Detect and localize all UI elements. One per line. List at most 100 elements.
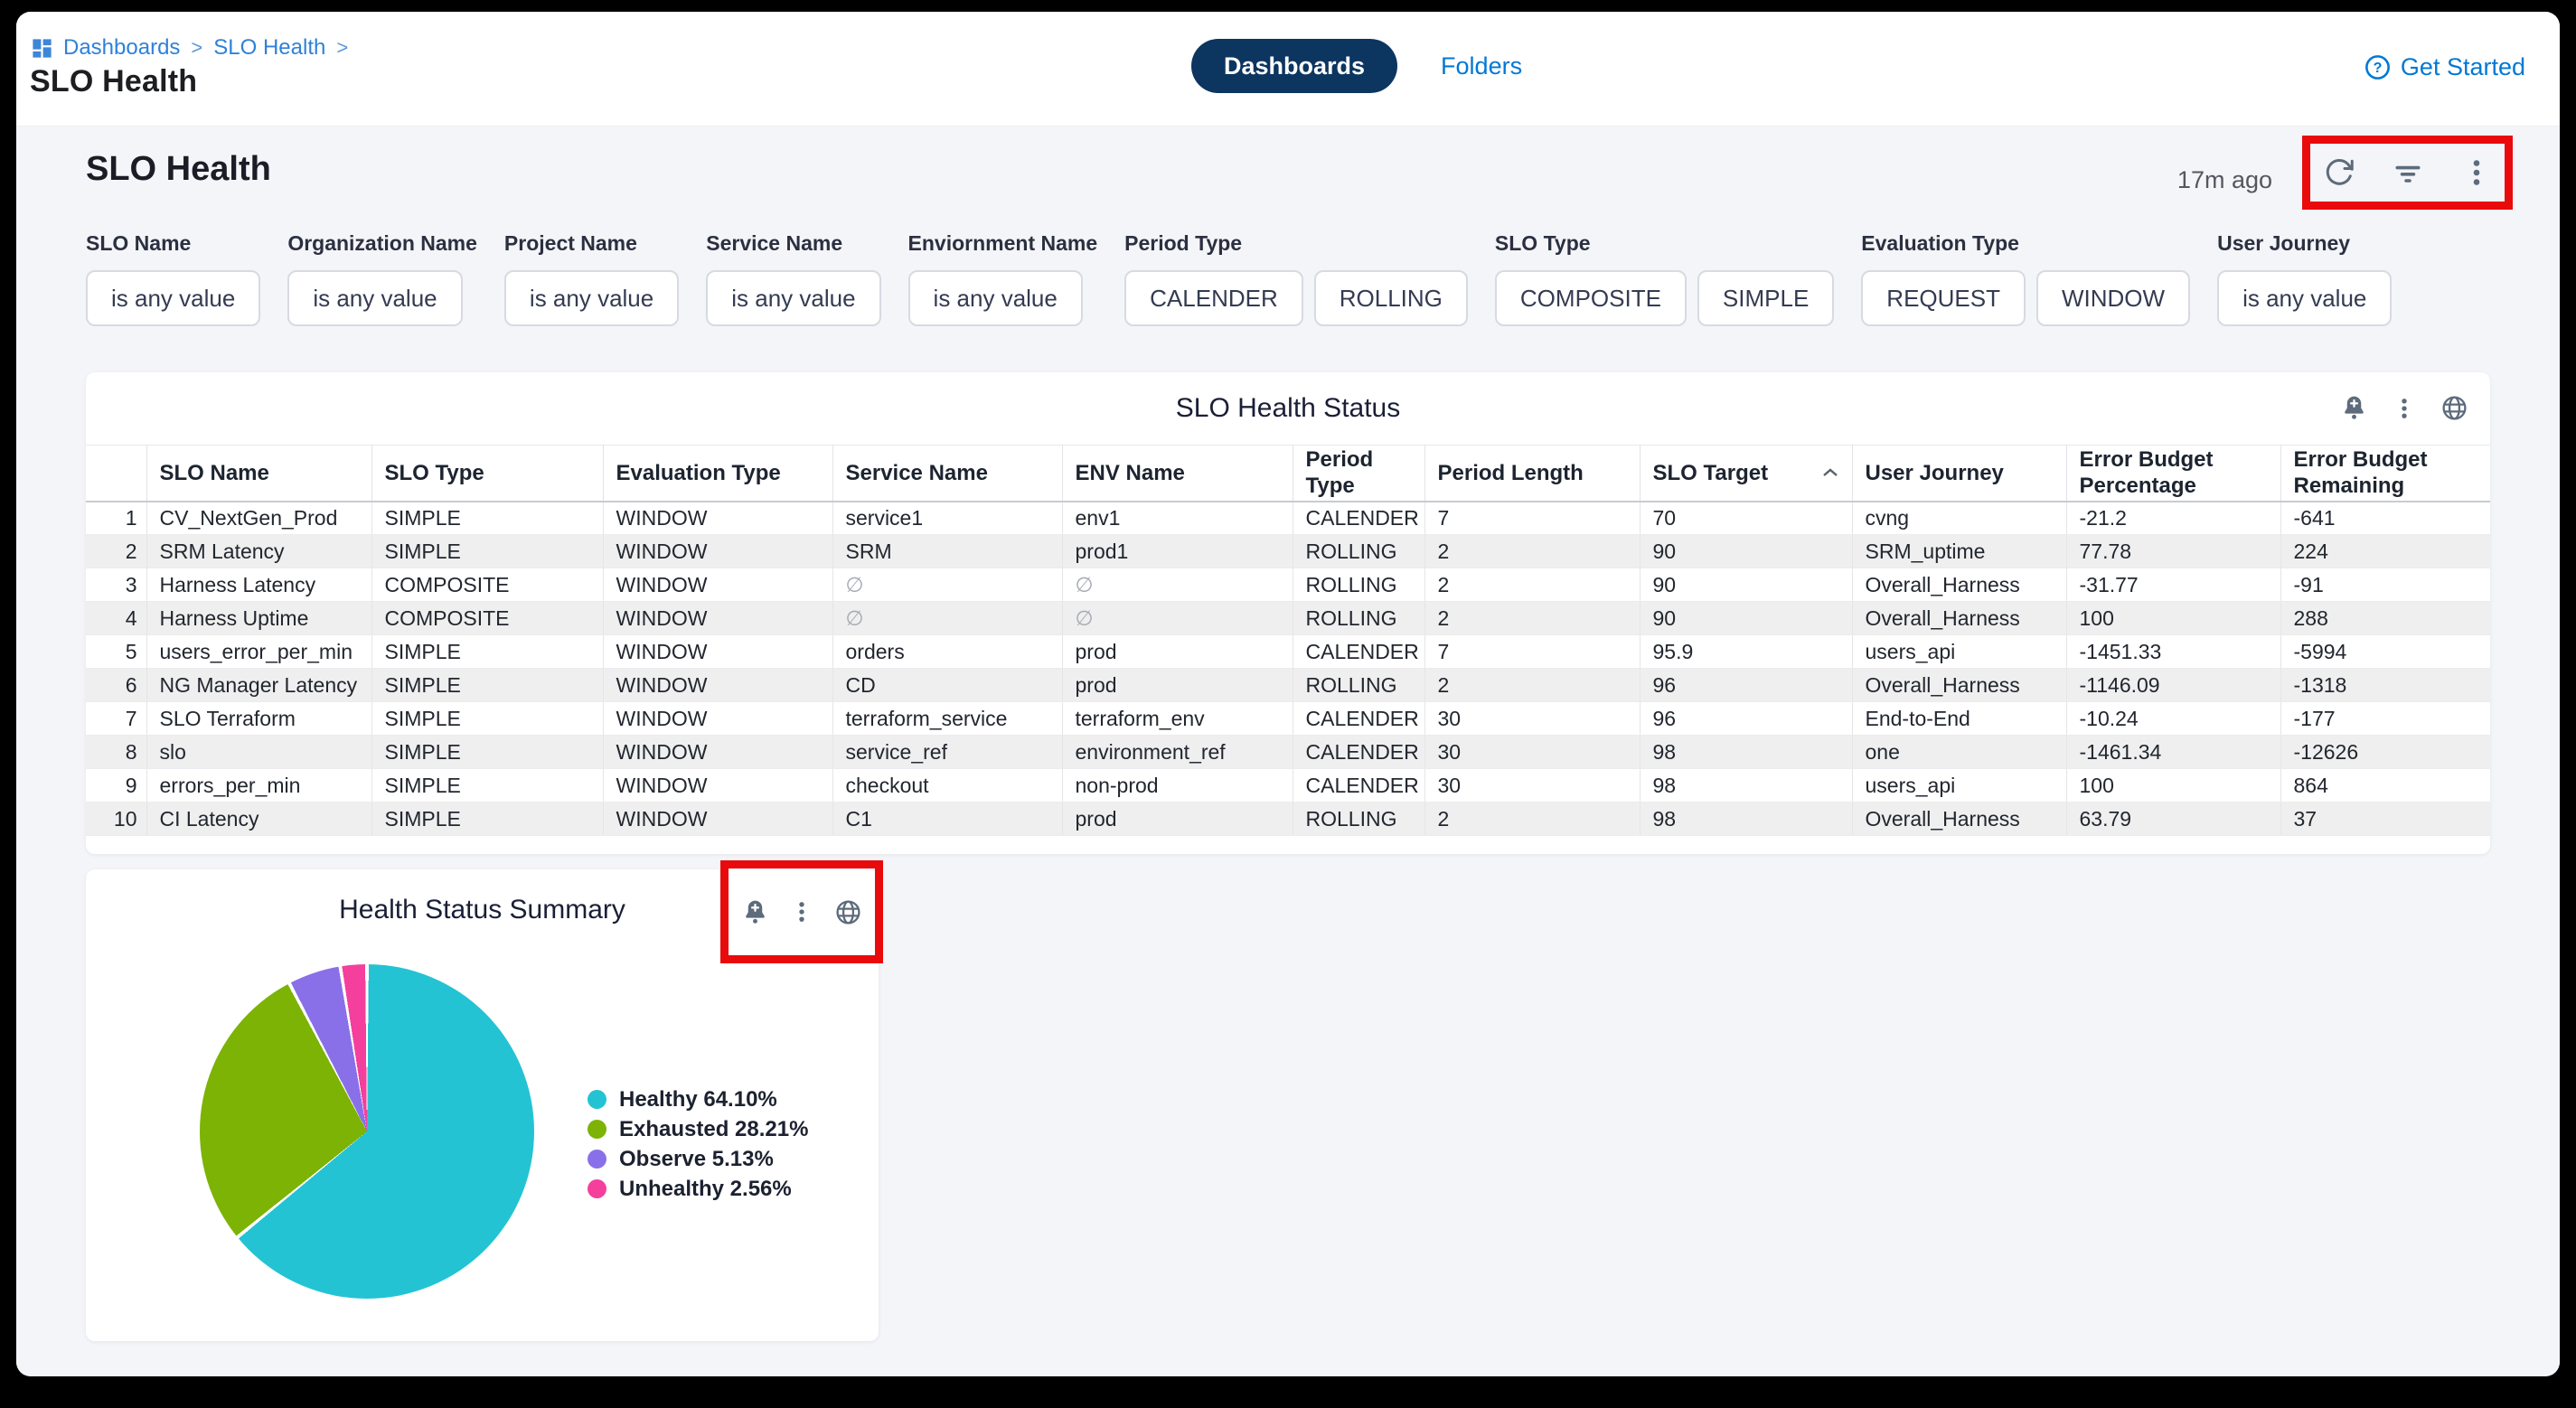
cell-env-name: env1 <box>1062 502 1293 535</box>
cell-slo-type: SIMPLE <box>371 502 603 535</box>
cell-env-name: ∅ <box>1062 602 1293 635</box>
cell-slo-name: NG Manager Latency <box>146 669 371 702</box>
cell-slo-type: SIMPLE <box>371 635 603 669</box>
cell-slo-name: users_error_per_min <box>146 635 371 669</box>
filter-chip-is-any-value[interactable]: is any value <box>706 270 880 326</box>
legend-dot <box>588 1150 606 1169</box>
column-header-slo-target[interactable]: SLO Target <box>1640 446 1852 502</box>
refresh-button[interactable] <box>2323 156 2355 189</box>
cell-period-type: CALENDER <box>1293 736 1424 769</box>
last-refresh-label: 17m ago <box>2177 166 2272 194</box>
cell-slo-type: SIMPLE <box>371 736 603 769</box>
table-row: 4Harness UptimeCOMPOSITEWINDOW∅∅ROLLING2… <box>86 602 2490 635</box>
cell-eb-percentage: -31.77 <box>2066 568 2280 602</box>
cell-period-length: 30 <box>1424 702 1640 736</box>
column-header-slo-name[interactable]: SLO Name <box>146 446 371 502</box>
breadcrumb-slo-health-link[interactable]: SLO Health <box>213 35 325 61</box>
cell-user-journey: Overall_Harness <box>1852 602 2066 635</box>
explore-globe-button[interactable] <box>2440 394 2468 422</box>
cell-evaluation-type: WINDOW <box>603 635 832 669</box>
filter-label: Service Name <box>706 231 880 256</box>
cell-user-journey: users_api <box>1852 769 2066 803</box>
table-card-icons <box>2340 394 2468 422</box>
row-number: 3 <box>86 568 146 602</box>
cell-env-name: terraform_env <box>1062 702 1293 736</box>
column-header-user-journey[interactable]: User Journey <box>1852 446 2066 502</box>
column-header-slo-type[interactable]: SLO Type <box>371 446 603 502</box>
filter-organization-name: Organization Nameis any value <box>287 231 477 326</box>
legend-item-healthy[interactable]: Healthy 64.10% <box>588 1086 808 1112</box>
filter-label: User Journey <box>2217 231 2392 256</box>
filter-label: Period Type <box>1124 231 1468 256</box>
column-header-env-name[interactable]: ENV Name <box>1062 446 1293 502</box>
pie-legend: Healthy 64.10% Exhausted 28.21% Observe 5.… <box>588 1086 808 1202</box>
dashboard-actions-button[interactable] <box>2460 156 2493 189</box>
svg-text:?: ? <box>2373 60 2382 76</box>
filter-chip-calender[interactable]: CALENDER <box>1124 270 1303 326</box>
cell-slo-target: 95.9 <box>1640 635 1852 669</box>
legend-dot <box>588 1179 606 1198</box>
filter-chip-is-any-value[interactable]: is any value <box>86 270 260 326</box>
tab-folders[interactable]: Folders <box>1441 52 1522 80</box>
dashboards-grid-icon <box>30 36 54 61</box>
cell-period-type: ROLLING <box>1293 602 1424 635</box>
legend-item-exhausted[interactable]: Exhausted 28.21% <box>588 1116 808 1142</box>
cell-period-type: ROLLING <box>1293 535 1424 568</box>
cell-slo-type: SIMPLE <box>371 669 603 702</box>
cell-slo-name: slo <box>146 736 371 769</box>
tab-dashboards[interactable]: Dashboards <box>1191 39 1397 93</box>
get-started-link[interactable]: ? Get Started <box>2364 53 2525 81</box>
filter-chip-is-any-value[interactable]: is any value <box>908 270 1083 326</box>
legend-item-unhealthy[interactable]: Unhealthy 2.56% <box>588 1176 808 1202</box>
cell-slo-target: 96 <box>1640 702 1852 736</box>
refresh-icon <box>2323 156 2355 189</box>
tile-actions-button[interactable] <box>789 899 814 925</box>
cell-slo-target: 98 <box>1640 803 1852 836</box>
cell-env-name: ∅ <box>1062 568 1293 602</box>
alerts-button[interactable] <box>2340 394 2368 422</box>
cell-eb-percentage: -1461.34 <box>2066 736 2280 769</box>
cell-user-journey: SRM_uptime <box>1852 535 2066 568</box>
filter-chip-is-any-value[interactable]: is any value <box>2217 270 2392 326</box>
cell-slo-target: 96 <box>1640 669 1852 702</box>
cell-period-type: ROLLING <box>1293 803 1424 836</box>
explore-globe-button[interactable] <box>834 898 862 926</box>
cell-eb-percentage: 77.78 <box>2066 535 2280 568</box>
filter-chip-request[interactable]: REQUEST <box>1861 270 2026 326</box>
column-header-error-budget-remaining[interactable]: Error Budget Remaining <box>2280 446 2490 502</box>
legend-item-observe[interactable]: Observe 5.13% <box>588 1146 808 1172</box>
filter-bar: SLO Nameis any value Organization Nameis … <box>86 231 2392 326</box>
cell-period-type: CALENDER <box>1293 702 1424 736</box>
globe-icon <box>834 898 862 926</box>
column-header-service-name[interactable]: Service Name <box>832 446 1062 502</box>
cell-service-name: ∅ <box>832 568 1062 602</box>
bell-plus-icon <box>2340 394 2368 422</box>
filter-button[interactable] <box>2392 156 2424 189</box>
cell-slo-target: 98 <box>1640 736 1852 769</box>
filter-chip-simple[interactable]: SIMPLE <box>1697 270 1834 326</box>
cell-period-length: 2 <box>1424 535 1640 568</box>
column-header-period-length[interactable]: Period Length <box>1424 446 1640 502</box>
filter-chip-rolling[interactable]: ROLLING <box>1314 270 1468 326</box>
table-card-title: SLO Health Status <box>1176 393 1400 424</box>
column-header-error-budget-percentage[interactable]: Error Budget Percentage <box>2066 446 2280 502</box>
filter-chip-is-any-value[interactable]: is any value <box>287 270 462 326</box>
tile-actions-button[interactable] <box>2392 396 2417 421</box>
column-header-period-type[interactable]: Period Type <box>1293 446 1424 502</box>
filter-slo-type: SLO TypeCOMPOSITESIMPLE <box>1495 231 1834 326</box>
column-header-evaluation-type[interactable]: Evaluation Type <box>603 446 832 502</box>
filter-slo-name: SLO Nameis any value <box>86 231 260 326</box>
filter-chip-window[interactable]: WINDOW <box>2036 270 2190 326</box>
breadcrumb-dashboards-link[interactable]: Dashboards <box>63 35 180 61</box>
cell-evaluation-type: WINDOW <box>603 568 832 602</box>
filter-user-journey: User Journey is any value <box>2217 231 2392 326</box>
cell-slo-type: SIMPLE <box>371 702 603 736</box>
cell-slo-name: Harness Uptime <box>146 602 371 635</box>
cell-env-name: prod <box>1062 635 1293 669</box>
cell-user-journey: users_api <box>1852 635 2066 669</box>
cell-env-name: non-prod <box>1062 769 1293 803</box>
filter-chip-is-any-value[interactable]: is any value <box>504 270 679 326</box>
filter-chip-composite[interactable]: COMPOSITE <box>1495 270 1687 326</box>
cell-user-journey: Overall_Harness <box>1852 803 2066 836</box>
alerts-button[interactable] <box>741 898 769 926</box>
